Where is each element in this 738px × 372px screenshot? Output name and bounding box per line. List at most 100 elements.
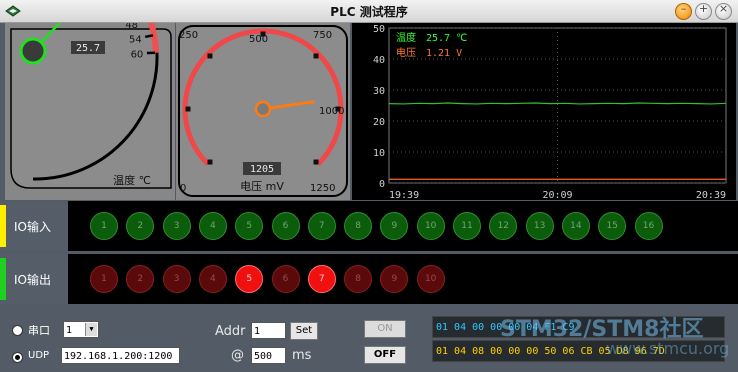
off-button[interactable]: OFF	[364, 346, 406, 364]
output-led[interactable]: 4	[198, 265, 227, 293]
series-line	[388, 102, 727, 105]
serial-port-value: 1	[66, 325, 73, 336]
output-led[interactable]: 2	[126, 265, 155, 293]
set-button[interactable]: Set	[290, 322, 318, 340]
io-output-label-box: IO输出	[0, 254, 68, 304]
input-led: 7	[307, 212, 336, 240]
on-button[interactable]: ON	[364, 320, 406, 338]
udp-label: UDP	[28, 350, 50, 361]
output-led[interactable]: 5	[235, 265, 264, 293]
temperature-gauge-panel: 06121824303642485460 25.7 温度 ℃	[5, 23, 175, 200]
temperature-tick-label: 60	[131, 49, 144, 60]
voltage-label: 电压 mV	[240, 180, 284, 193]
io-input-label-box: IO输入	[0, 201, 68, 251]
udp-address-value: 192.168.1.200:1200	[64, 351, 173, 362]
io-output-indicator-bar	[0, 258, 6, 300]
interval-value: 500	[254, 351, 273, 362]
maximize-icon: +	[698, 2, 709, 15]
input-led: 3	[162, 212, 191, 240]
io-output-label: IO输出	[14, 273, 51, 287]
temperature-tick-label: 54	[129, 35, 142, 46]
input-led: 15	[598, 212, 627, 240]
output-led[interactable]: 7	[307, 265, 336, 293]
voltage-tick	[207, 53, 213, 59]
input-led: 14	[561, 212, 590, 240]
maximize-button[interactable]: +	[695, 2, 712, 20]
legend-label: 电压	[396, 46, 416, 59]
output-led[interactable]: 10	[416, 265, 445, 293]
input-led: 1	[90, 212, 118, 240]
legend-label: 温度	[396, 31, 416, 44]
output-led[interactable]: 8	[344, 265, 373, 293]
legend-value: 25.7 ℃	[426, 33, 467, 44]
voltage-tick	[335, 106, 341, 112]
interval-field[interactable]: 500	[251, 347, 286, 364]
temperature-gauge: 06121824303642485460 25.7 温度 ℃	[10, 23, 172, 189]
voltage-tick-label: 0	[180, 183, 186, 194]
temperature-tick	[144, 34, 154, 39]
voltage-tick-label: 1000	[319, 106, 344, 117]
input-led: 2	[126, 212, 155, 240]
close-icon: ×	[718, 2, 729, 15]
input-led: 8	[344, 212, 373, 240]
input-led: 6	[271, 212, 300, 240]
y-tick-label: 10	[373, 148, 385, 159]
temperature-tick-label: 48	[125, 23, 138, 31]
voltage-display: 1205	[250, 164, 274, 175]
ms-label: ms	[292, 348, 312, 363]
output-led[interactable]: 1	[90, 265, 118, 293]
input-led: 10	[416, 212, 445, 240]
serial-label: 串口	[28, 324, 50, 337]
output-led[interactable]: 6	[271, 265, 300, 293]
y-tick-label: 30	[373, 86, 385, 97]
voltage-tick	[313, 53, 319, 59]
input-led: 13	[525, 212, 554, 240]
addr-value: 1	[254, 326, 261, 337]
voltage-gauge: 0250500750100012501500 1205 电压 mV	[176, 23, 348, 197]
temperature-label: 温度 ℃	[113, 173, 151, 187]
close-button[interactable]: ×	[715, 2, 732, 20]
chevron-down-icon: ▼	[85, 323, 97, 336]
title-bar[interactable]: PLC 测试程序 – + ×	[0, 0, 738, 23]
minimize-button[interactable]: –	[675, 2, 692, 20]
voltage-tick-label: 750	[313, 30, 332, 41]
voltage-tick-label: 250	[179, 30, 198, 41]
io-input-row: IO输入 1 2 3 4 5 6 7 8 9 10 11 12 13 14 15 16	[0, 201, 738, 251]
serial-port-select[interactable]: 1 ▼	[63, 321, 99, 338]
at-label: @	[231, 348, 244, 363]
output-led[interactable]: 9	[380, 265, 409, 293]
watermark-url: www.stmcu.org	[606, 339, 730, 358]
udp-address-field[interactable]: 192.168.1.200:1200	[61, 347, 180, 364]
app-window: PLC 测试程序 – + × 06121824303642485460 25.7…	[0, 0, 738, 372]
voltage-tick-label: 1250	[310, 183, 335, 194]
legend-value: 1.21 V	[426, 48, 462, 59]
comm-panel: 串口 1 ▼ UDP 192.168.1.200:1200 Addr 1 Set…	[0, 309, 738, 372]
input-led: 9	[380, 212, 409, 240]
output-led[interactable]: 3	[162, 265, 191, 293]
input-led: 11	[453, 212, 481, 240]
temperature-needle-hub	[19, 37, 47, 65]
io-input-label: IO输入	[14, 220, 51, 234]
trend-chart: 0 10 20 30 40 50 19:39 20:09 20:39 温度 25.7 ℃ 电压 1.21…	[352, 23, 736, 201]
udp-radio[interactable]	[12, 352, 23, 363]
addr-field[interactable]: 1	[251, 322, 286, 339]
y-tick-label: 0	[379, 179, 385, 190]
temperature-display: 25.7	[76, 43, 100, 54]
x-tick-label: 19:39	[389, 190, 419, 200]
input-led: 12	[489, 212, 518, 240]
io-output-row: IO输出 1 2 3 4 5 6 7 8 9 10	[0, 254, 738, 304]
serial-radio[interactable]	[12, 325, 23, 336]
voltage-tick	[313, 159, 319, 165]
window-title: PLC 测试程序	[330, 5, 408, 19]
voltage-tick	[185, 106, 191, 112]
y-tick-label: 40	[373, 55, 385, 66]
io-input-indicator-bar	[0, 205, 6, 247]
minimize-icon: –	[680, 2, 687, 15]
voltage-needle-hub	[254, 100, 272, 118]
voltage-tick	[207, 159, 213, 165]
input-led: 16	[634, 212, 663, 240]
y-tick-label: 20	[373, 117, 385, 128]
x-tick-label: 20:39	[696, 190, 726, 200]
addr-label: Addr	[215, 324, 246, 339]
trend-chart-plot: 0 10 20 30 40 50 19:39 20:09 20:39 温度 25.7 ℃ 电压 1.21…	[373, 24, 727, 201]
